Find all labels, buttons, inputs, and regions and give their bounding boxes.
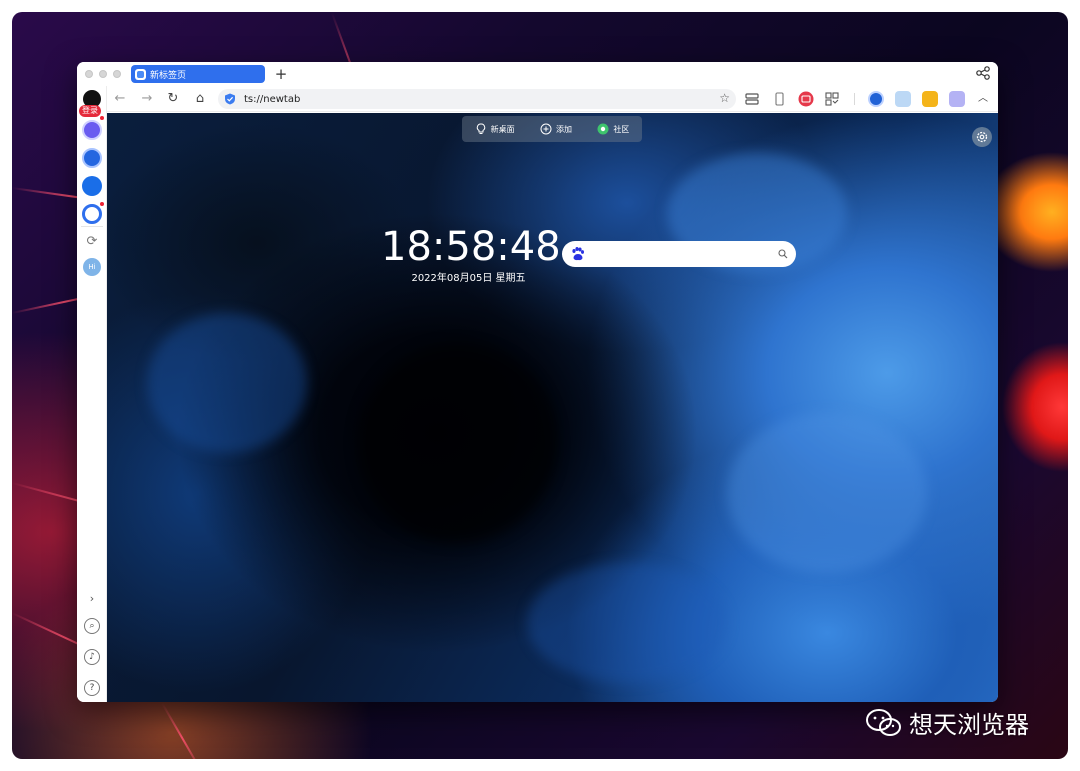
reload-button[interactable]: ↻: [164, 90, 182, 108]
extension-timer-icon[interactable]: [949, 91, 965, 107]
home-button[interactable]: ⌂: [191, 90, 209, 108]
browser-window: 新标签页 + 登录 ⟳ Hi › ⌕ ♪ ? ← → ↻ ⌂ ts://newt…: [77, 62, 998, 702]
nav-new-desktop-label: 新桌面: [490, 124, 515, 134]
plus-circle-icon: [540, 123, 552, 135]
tab-favicon-icon: [135, 68, 146, 80]
newtab-page: 新桌面 添加 社区 18:58:48 2022年08月05日 星期五: [107, 113, 998, 702]
wallpaper-swirl: [527, 563, 727, 683]
shield-icon: [225, 93, 235, 105]
search-icon[interactable]: [778, 249, 788, 259]
wallpaper-swirl: [357, 343, 557, 543]
extension-lock-icon[interactable]: [922, 91, 938, 107]
nav-community-label: 社区: [613, 124, 630, 134]
wallpaper-swirl: [147, 313, 307, 453]
sidebar-bell-icon[interactable]: ♪: [84, 649, 100, 665]
sidebar-help-icon[interactable]: ?: [84, 680, 100, 696]
login-badge[interactable]: 登录: [79, 105, 101, 117]
new-tab-button[interactable]: +: [273, 64, 289, 84]
tab-newtab[interactable]: 新标签页: [131, 65, 265, 83]
screen-capture-icon[interactable]: [798, 91, 814, 107]
watermark-text: 想天浏览器: [909, 711, 1029, 739]
search-input[interactable]: [592, 248, 772, 260]
tab-title: 新标签页: [150, 70, 187, 81]
collapse-chevron-icon[interactable]: ︿: [974, 90, 992, 108]
share-icon[interactable]: [976, 66, 990, 80]
mobile-icon[interactable]: [771, 91, 787, 107]
address-url: ts://newtab: [244, 93, 301, 105]
clock-time: 18:58:48: [381, 224, 561, 270]
lightbulb-icon: [476, 123, 485, 134]
nav-new-desktop[interactable]: 新桌面: [475, 123, 515, 135]
wallpaper-swirl: [727, 413, 927, 573]
notification-dot: [100, 116, 104, 120]
sidebar-app-icon[interactable]: [82, 120, 102, 140]
bookmark-star-icon[interactable]: ☆: [719, 91, 730, 105]
notification-dot: [100, 202, 104, 206]
extension-star-icon[interactable]: [868, 91, 884, 107]
window-minimize-button[interactable]: [99, 70, 107, 78]
search-box[interactable]: [562, 241, 796, 267]
window-close-button[interactable]: [85, 70, 93, 78]
sidebar-star-icon[interactable]: [82, 148, 102, 168]
settings-gear-icon[interactable]: [972, 127, 992, 147]
sidebar-expand-chevron-icon[interactable]: ›: [84, 592, 100, 608]
sidebar-wechat-icon[interactable]: [82, 176, 102, 196]
nav-add-label: 添加: [555, 124, 572, 134]
wechat-icon: [866, 708, 901, 736]
clock-date: 2022年08月05日 星期五: [411, 273, 526, 284]
sidebar-hi-icon[interactable]: Hi: [83, 258, 101, 276]
nav-add[interactable]: 添加: [540, 123, 572, 135]
address-bar[interactable]: ts://newtab ☆: [218, 89, 736, 109]
sidebar-sync-icon[interactable]: ⟳: [84, 235, 100, 251]
toolbar-divider: [854, 93, 855, 105]
tab-bar: 新标签页 +: [77, 62, 998, 86]
sidebar-divider: [81, 226, 103, 227]
wallpaper-streak: [161, 702, 203, 759]
sidebar: 登录 ⟳ Hi › ⌕ ♪ ?: [77, 86, 107, 702]
window-zoom-button[interactable]: [113, 70, 121, 78]
sidebar-face-icon[interactable]: [82, 204, 102, 224]
tab-list-icon[interactable]: [744, 91, 760, 107]
back-button[interactable]: ←: [111, 90, 129, 108]
baidu-paw-icon: [572, 247, 584, 261]
extension-notes-icon[interactable]: [895, 91, 911, 107]
toolbar: ← → ↻ ⌂ ts://newtab ☆ ︿: [107, 86, 998, 112]
forward-button[interactable]: →: [138, 90, 156, 108]
qr-code-icon[interactable]: [824, 91, 840, 107]
newtab-top-nav: 新桌面 添加 社区: [462, 116, 642, 142]
sidebar-search-icon[interactable]: ⌕: [84, 618, 100, 634]
community-icon: [597, 123, 609, 135]
nav-community[interactable]: 社区: [597, 123, 629, 135]
wechat-watermark: 想天浏览器: [865, 705, 1029, 740]
